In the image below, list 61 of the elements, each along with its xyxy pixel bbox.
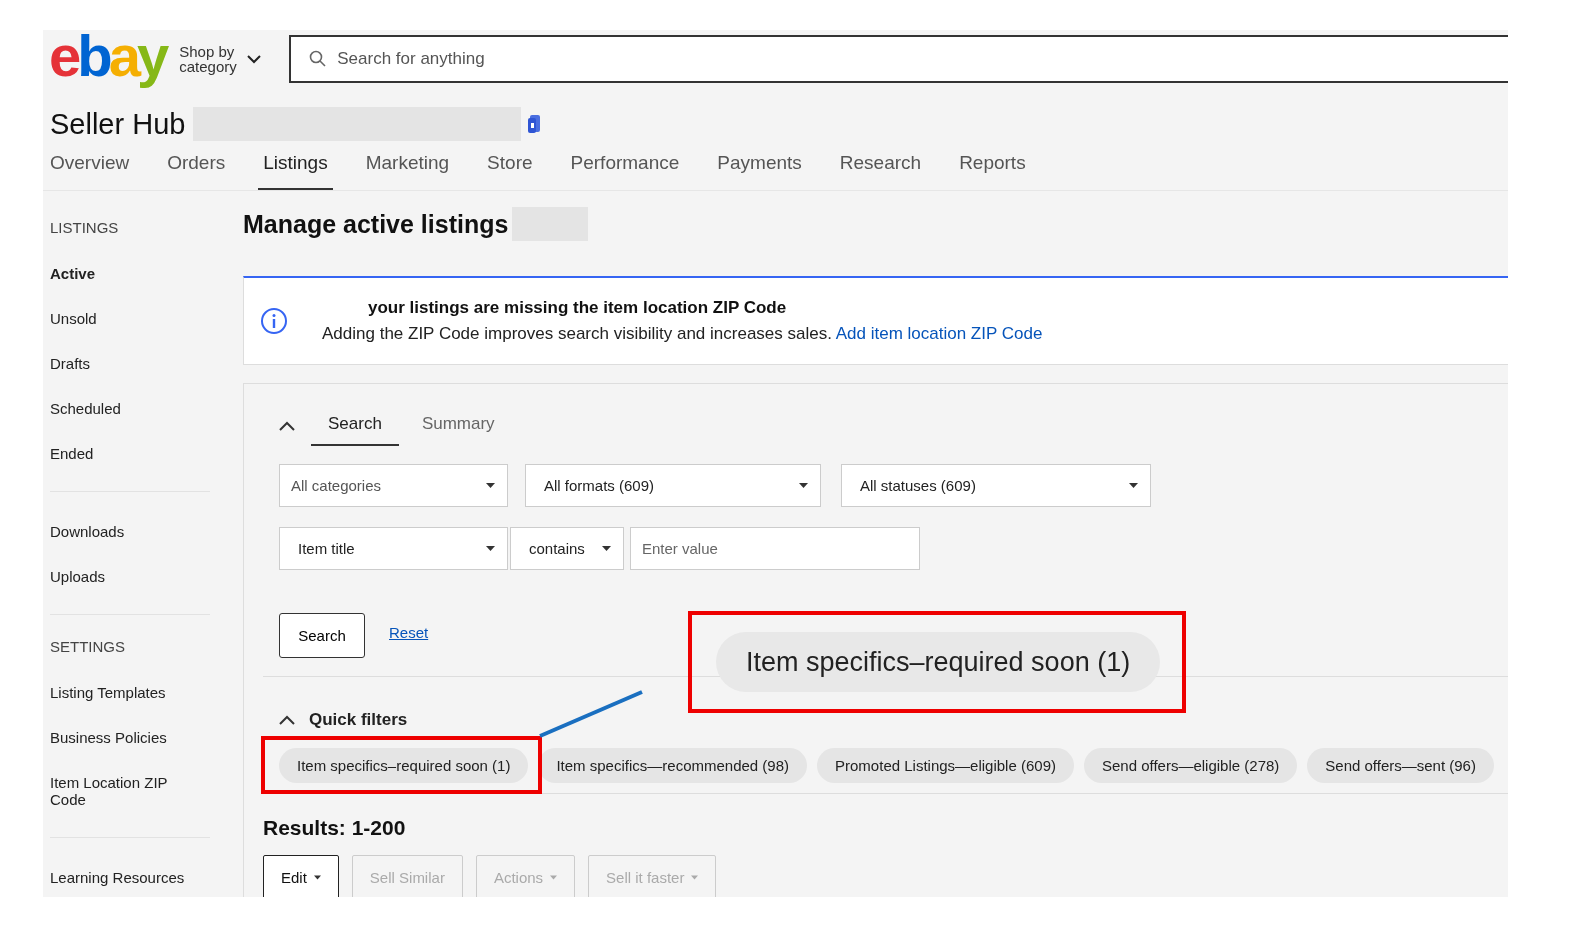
sidebar-item[interactable]: Active — [50, 251, 192, 296]
nav-tab[interactable]: Listings — [258, 150, 333, 190]
chevron-up-icon[interactable] — [279, 715, 295, 725]
nav-tab[interactable]: Store — [482, 150, 538, 190]
shop-by-category-button[interactable]: Shop by category — [179, 44, 284, 74]
section-heading: Quick filters — [309, 710, 408, 730]
dropdown[interactable]: All statuses (609) — [841, 464, 1151, 507]
dropdown[interactable]: Item title — [279, 527, 508, 570]
notice-title: your listings are missing the item location ZIP Code — [368, 298, 788, 318]
add-zip-code-link[interactable]: Add item location ZIP Code — [835, 324, 1043, 343]
nav-tab[interactable]: Orders — [162, 150, 231, 190]
sidebar-item[interactable]: Listing Templates — [50, 670, 192, 715]
dropdown[interactable]: All formats (609) — [525, 464, 821, 507]
search-button[interactable]: Search — [279, 613, 365, 658]
caret-icon — [550, 875, 558, 880]
sidebar-heading: SETTINGS — [50, 637, 126, 657]
store-icon[interactable] — [527, 114, 542, 134]
sidebar-item[interactable]: Uploads — [50, 554, 192, 599]
action-button[interactable]: Edit — [263, 855, 339, 897]
info-icon — [260, 307, 288, 335]
sidebar-item[interactable]: Business Policies — [50, 715, 192, 760]
notice-text: Adding the ZIP Code improves search visibility and increases sales. Add item location ZIP Code — [322, 324, 1043, 344]
search-tab[interactable]: Summary — [404, 406, 512, 446]
sidebar-item[interactable]: Scheduled — [50, 386, 192, 431]
sidebar-heading: LISTINGS — [50, 218, 120, 238]
enlarged-filter-chip: Item specifics–required soon (1) — [716, 632, 1161, 692]
page-heading: Seller Hub — [50, 107, 186, 141]
sidebar-item[interactable]: Learning Resources — [50, 855, 192, 897]
reset-link[interactable]: Reset — [389, 624, 429, 641]
caret-icon — [1129, 483, 1138, 488]
dropdown[interactable]: contains — [510, 527, 624, 570]
caret-icon — [486, 546, 495, 551]
nav-tab[interactable]: Payments — [712, 150, 807, 190]
nav-tab[interactable]: Reports — [954, 150, 1031, 190]
filter-chip[interactable]: Promoted Listings—eligible (609) — [817, 748, 1074, 783]
caret-icon — [486, 483, 495, 488]
nav-tab[interactable]: Overview — [45, 150, 135, 190]
chevron-down-icon — [247, 54, 262, 64]
sidebar-item[interactable]: Item Location ZIP Code — [50, 760, 192, 822]
caret-icon — [602, 546, 611, 551]
sidebar-item[interactable]: Ended — [50, 431, 192, 476]
filter-chip[interactable]: Item specifics–required soon (1) — [279, 748, 529, 783]
filter-chip[interactable]: Send offers—eligible (278) — [1084, 748, 1298, 783]
value-input-field[interactable]: Enter value — [630, 527, 920, 570]
sidebar-item[interactable]: Unsold — [50, 296, 192, 341]
page-title: Manage active listings — [243, 209, 509, 239]
search-icon — [309, 50, 327, 67]
chevron-up-icon[interactable] — [279, 421, 295, 431]
caret-icon — [313, 875, 321, 880]
dropdown[interactable]: All categories — [279, 464, 508, 507]
caret-icon — [691, 875, 699, 880]
nav-tab[interactable]: Marketing — [360, 150, 455, 190]
nav-tab[interactable]: Research — [834, 150, 927, 190]
results-count: Results: 1-200 — [263, 816, 407, 840]
filter-chip[interactable]: Send offers—sent (96) — [1307, 748, 1494, 783]
search-field[interactable]: Search for anything — [289, 35, 1508, 83]
sidebar-item[interactable]: Downloads — [50, 509, 192, 554]
nav-tab[interactable]: Performance — [565, 150, 685, 190]
search-tab[interactable]: Search — [311, 406, 399, 446]
caret-icon — [799, 483, 808, 488]
sidebar-item[interactable]: Drafts — [50, 341, 192, 386]
